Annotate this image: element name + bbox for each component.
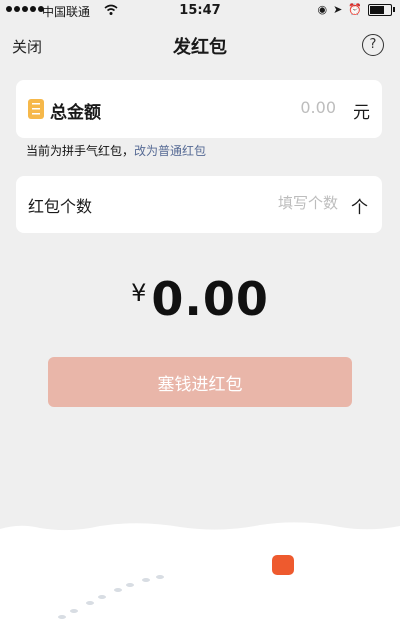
question-circle-icon[interactable]: ? [362, 34, 384, 56]
footprints-decoration [58, 575, 164, 619]
nav-bar: 关闭 发红包 ? [0, 22, 400, 68]
amount-card: 总金额 元 [16, 80, 382, 138]
amount-label: 总金额 [50, 103, 101, 123]
location-icon: ➤ [333, 3, 343, 16]
currency-symbol: ¥ [131, 279, 148, 307]
page-title: 发红包 [173, 37, 227, 58]
mode-note: 当前为拼手气红包，改为普通红包 [26, 142, 206, 159]
amount-input[interactable] [216, 98, 336, 117]
submit-button[interactable]: 塞钱进红包 [48, 357, 352, 407]
total-amount: ¥0.00 [0, 272, 400, 326]
battery-icon [368, 3, 395, 16]
snow-decoration [0, 522, 400, 631]
count-card: 红包个数 个 [16, 176, 382, 233]
count-input[interactable] [208, 194, 338, 212]
count-label: 红包个数 [28, 197, 93, 216]
coin-icon [28, 99, 44, 119]
total-value: 0.00 [151, 272, 269, 326]
switch-to-normal-link[interactable]: 改为普通红包 [134, 144, 206, 158]
rotation-lock-icon: ◉ [317, 3, 328, 16]
mode-note-text: 当前为拼手气红包， [26, 144, 135, 158]
amount-unit: 元 [353, 103, 370, 123]
status-icons: ◉ ➤ ⏰ [317, 3, 395, 16]
count-unit: 个 [351, 198, 368, 218]
status-bar: 中国联通 15:47 ◉ ➤ ⏰ [0, 0, 400, 22]
lantern-icon [272, 555, 294, 575]
alarm-icon: ⏰ [348, 3, 362, 16]
